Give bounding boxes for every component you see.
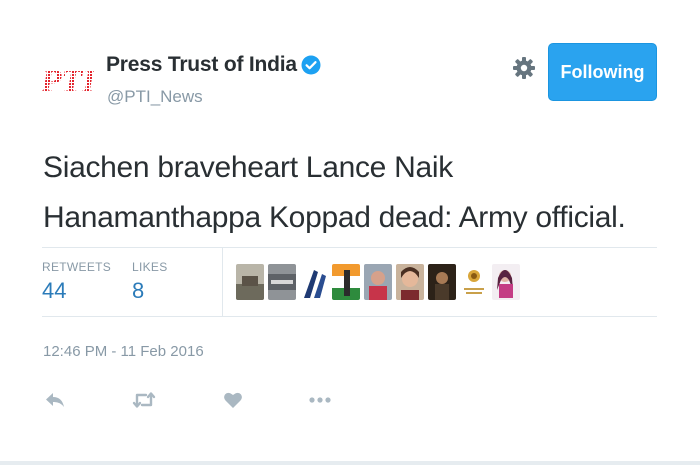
liker-avatars xyxy=(236,264,524,300)
verified-badge-icon xyxy=(301,55,321,75)
avatar-4[interactable] xyxy=(332,264,360,300)
retweets-label: RETWEETS xyxy=(42,260,112,274)
logo-text: PTI xyxy=(42,63,94,100)
avatar-7[interactable] xyxy=(428,264,456,300)
avatar-5[interactable] xyxy=(364,264,392,300)
avatar-3[interactable] xyxy=(300,264,328,300)
avatar-8[interactable] xyxy=(460,264,488,300)
heart-icon[interactable] xyxy=(220,388,246,412)
tweet-stats: RETWEETS 44 LIKES 8 xyxy=(42,248,657,316)
likes-label: LIKES xyxy=(132,260,168,274)
stats-bottom-divider xyxy=(42,316,657,317)
likes-stat[interactable]: LIKES 8 xyxy=(132,260,168,304)
gear-icon[interactable] xyxy=(512,56,536,80)
avatar-1[interactable] xyxy=(236,264,264,300)
card-bottom-edge xyxy=(0,461,700,465)
pti-logo[interactable]: PTI xyxy=(40,56,98,100)
reply-icon[interactable] xyxy=(42,388,68,412)
tweet-actions xyxy=(42,388,342,412)
more-icon[interactable] xyxy=(307,388,333,412)
likes-count: 8 xyxy=(132,278,145,303)
tweet-timestamp[interactable]: 12:46 PM - 11 Feb 2016 xyxy=(43,343,204,360)
tweet-header: PTI Press Trust of India @PTI_News Follo… xyxy=(40,43,662,112)
avatar-6[interactable] xyxy=(396,264,424,300)
retweets-stat[interactable]: RETWEETS 44 xyxy=(42,260,111,304)
following-button[interactable]: Following xyxy=(548,43,657,101)
avatar-9[interactable] xyxy=(492,264,520,300)
retweet-icon[interactable] xyxy=(131,388,157,412)
avatar-2[interactable] xyxy=(268,264,296,300)
account-name[interactable]: Press Trust of India xyxy=(106,53,297,77)
retweets-count: 44 xyxy=(42,278,67,303)
account-handle[interactable]: @PTI_News xyxy=(107,87,203,107)
stats-separator xyxy=(222,248,223,316)
tweet-text: Siachen braveheart Lance Naik Hanamantha… xyxy=(43,151,626,234)
tweet-card: PTI Press Trust of India @PTI_News Follo… xyxy=(0,0,700,465)
